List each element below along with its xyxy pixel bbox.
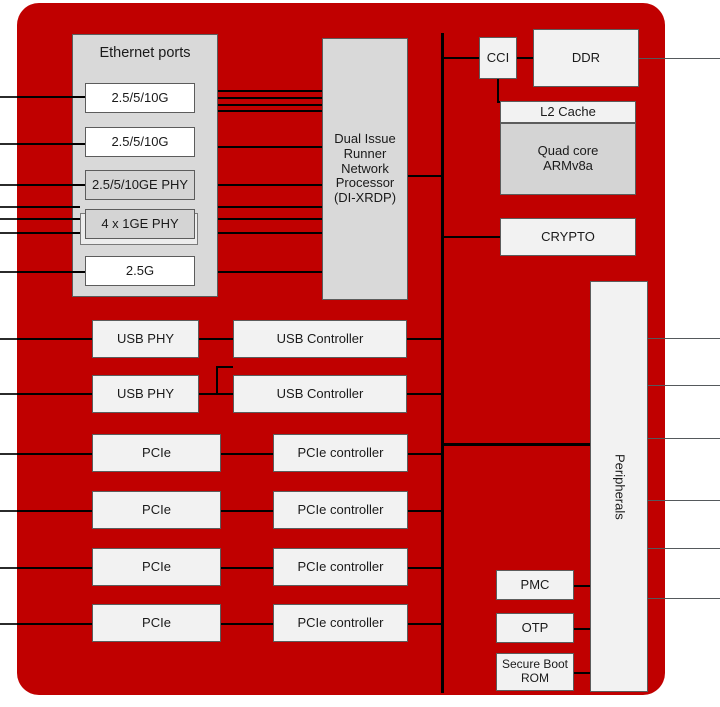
cpu-core-block[interactable]: Quad core ARMv8a — [500, 123, 636, 195]
pcie-phy-block-3[interactable]: PCIe — [92, 548, 221, 586]
eth-to-npu-wire-8 — [218, 218, 322, 220]
system-bus-vertical — [441, 33, 444, 693]
secure-boot-line-2: ROM — [521, 671, 549, 685]
external-pin-periph-3 — [648, 438, 720, 440]
usb-ctrl1-to-bus-wire — [407, 338, 442, 340]
pcie-controller-block-4[interactable]: PCIe controller — [273, 604, 408, 642]
secure-boot-rom-block[interactable]: Secure Boot ROM — [496, 653, 574, 691]
usb-phy-block-2[interactable]: USB PHY — [92, 375, 199, 413]
pcie-phy4-to-ctrl4-wire — [221, 623, 273, 625]
eth-pin-stub-2 — [17, 143, 85, 145]
ethernet-port-block-5[interactable]: 2.5G — [85, 256, 195, 286]
network-processor-block[interactable]: Dual Issue Runner Network Processor (DI-… — [322, 38, 408, 300]
ethernet-port-block-1[interactable]: 2.5/5/10G — [85, 83, 195, 113]
pcie-pin-stub-2 — [17, 510, 92, 512]
external-pin-periph-2 — [648, 385, 720, 387]
ethernet-port-block-2[interactable]: 2.5/5/10G — [85, 127, 195, 157]
secure-boot-line-1: Secure Boot — [501, 657, 569, 672]
pcie-phy-block-4[interactable]: PCIe — [92, 604, 221, 642]
external-pin-periph-1 — [648, 338, 720, 340]
ethernet-port-block-4[interactable]: 4 x 1GE PHY — [85, 209, 195, 239]
pcie-pin-stub-1 — [17, 453, 92, 455]
bus-to-crypto-wire — [441, 236, 500, 238]
external-pin-periph-6 — [648, 598, 720, 600]
eth-to-npu-wire-7 — [218, 206, 322, 208]
eth-pin-stub-7 — [17, 271, 85, 273]
eth-pin-stub-6 — [17, 232, 80, 234]
usb-phy-block-1[interactable]: USB PHY — [92, 320, 199, 358]
bus-to-peripherals-wire — [441, 443, 591, 446]
npu-label-line-3: Network — [341, 160, 389, 176]
pcie-phy-block-2[interactable]: PCIe — [92, 491, 221, 529]
usb-ctrl2-to-bus-wire — [407, 393, 442, 395]
npu-label-line-2: Runner — [343, 145, 387, 161]
external-pin-periph-5 — [648, 548, 720, 550]
l2-cache-block[interactable]: L2 Cache — [500, 101, 636, 123]
usb-controller-block-2[interactable]: USB Controller — [233, 375, 407, 413]
ethernet-ports-title: Ethernet ports — [99, 45, 191, 61]
pcie-controller-block-3[interactable]: PCIe controller — [273, 548, 408, 586]
eth-pin-stub-1 — [17, 96, 85, 98]
ethernet-port-block-3[interactable]: 2.5/5/10GE PHY — [85, 170, 195, 200]
bus-to-cci-wire — [441, 57, 479, 59]
eth-pin-stub-4 — [17, 206, 80, 208]
eth-to-npu-wire-9 — [218, 232, 322, 234]
ddr-block[interactable]: DDR — [533, 29, 639, 87]
pcie-ctrl2-to-bus-wire — [408, 510, 442, 512]
eth-to-npu-wire-1 — [218, 90, 322, 92]
npu-label-line-4: Processor — [335, 175, 395, 191]
pcie-phy1-to-ctrl1-wire — [221, 453, 273, 455]
pcie-pin-stub-3 — [17, 567, 92, 569]
eth-to-npu-wire-6 — [218, 184, 322, 186]
eth-to-npu-wire-3 — [218, 104, 322, 106]
cci-block[interactable]: CCI — [479, 37, 517, 79]
usb-cross-wire-top — [216, 366, 233, 368]
eth-to-npu-wire-10 — [218, 271, 322, 273]
pcie-controller-block-2[interactable]: PCIe controller — [273, 491, 408, 529]
pcie-phy3-to-ctrl3-wire — [221, 567, 273, 569]
pcie-pin-stub-4 — [17, 623, 92, 625]
pcie-phy2-to-ctrl2-wire — [221, 510, 273, 512]
npu-label-line-5: (DI-XRDP) — [333, 190, 397, 206]
otp-block[interactable]: OTP — [496, 613, 574, 643]
cpu-label-line-1: Quad core — [537, 143, 599, 159]
eth-to-npu-wire-5 — [218, 146, 322, 148]
eth-to-npu-wire-2 — [218, 97, 322, 99]
pcie-ctrl4-to-bus-wire — [408, 623, 442, 625]
peripherals-block[interactable]: Peripherals — [590, 281, 648, 692]
usb-phy1-to-ctrl1-wire — [199, 338, 233, 340]
usb-pin-stub-1 — [17, 338, 92, 340]
npu-to-bus-wire — [408, 175, 444, 177]
crypto-block[interactable]: CRYPTO — [500, 218, 636, 256]
eth-to-npu-wire-4 — [218, 110, 322, 112]
eth-pin-stub-3 — [17, 184, 85, 186]
soc-block-diagram: Ethernet ports 2.5/5/10G 2.5/5/10G 2.5/5… — [0, 0, 720, 707]
eth-pin-stub-5 — [17, 218, 80, 220]
pmc-block[interactable]: PMC — [496, 570, 574, 600]
pcie-ctrl1-to-bus-wire — [408, 453, 442, 455]
usb-controller-block-1[interactable]: USB Controller — [233, 320, 407, 358]
pcie-phy-block-1[interactable]: PCIe — [92, 434, 221, 472]
pcie-controller-block-1[interactable]: PCIe controller — [273, 434, 408, 472]
cci-to-ddr-wire — [517, 57, 534, 59]
usb-pin-stub-2 — [17, 393, 92, 395]
usb-cross-wire-vertical — [216, 366, 218, 394]
cpu-label-line-2: ARMv8a — [543, 158, 593, 173]
external-pin-periph-4 — [648, 500, 720, 502]
pcie-ctrl3-to-bus-wire — [408, 567, 442, 569]
cci-to-l2-wire-vertical — [497, 79, 499, 103]
npu-label-line-1: Dual Issue — [334, 130, 396, 146]
